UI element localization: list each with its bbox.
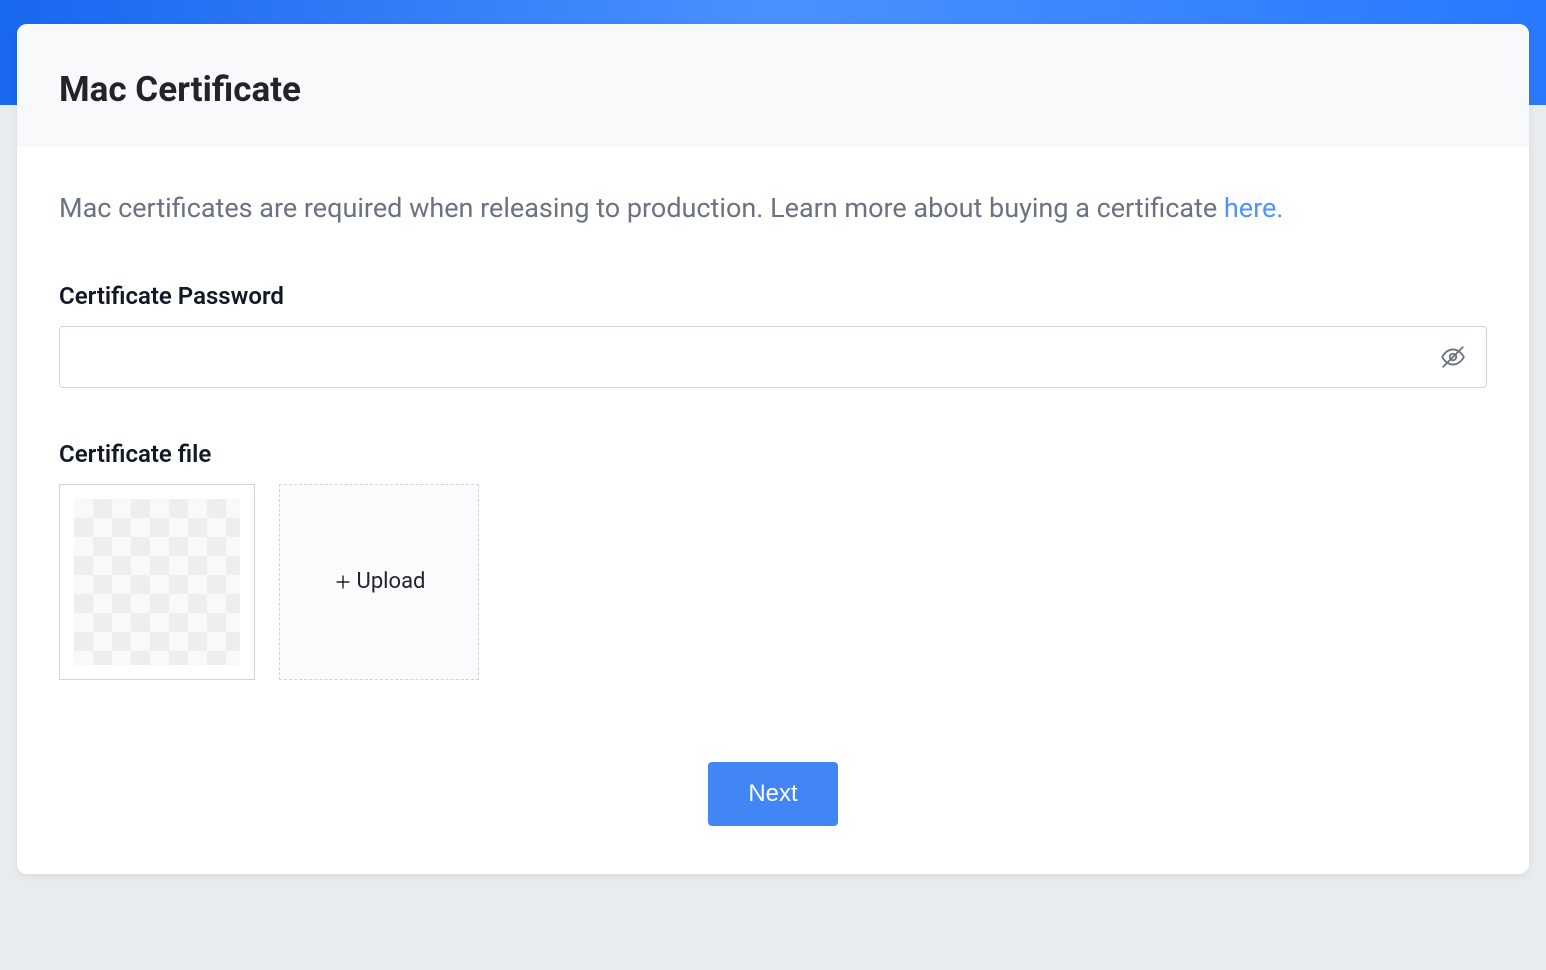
intro-text: Mac certificates are required when relea… [59, 188, 1487, 230]
toggle-password-visibility-icon[interactable] [1439, 343, 1467, 371]
password-field-group: Certificate Password [59, 282, 1487, 388]
password-label: Certificate Password [59, 282, 1487, 310]
upload-label: Upload [357, 569, 426, 594]
actions-row: Next [59, 762, 1487, 826]
next-button[interactable]: Next [708, 762, 837, 826]
file-label: Certificate file [59, 440, 1487, 468]
learn-more-link[interactable]: here. [1224, 192, 1284, 224]
upload-button[interactable]: Upload [279, 484, 479, 680]
intro-text-span: Mac certificates are required when relea… [59, 192, 1224, 224]
card-header: Mac Certificate [17, 24, 1529, 146]
file-field-group: Certificate file Upload [59, 440, 1487, 680]
upload-inner: Upload [333, 569, 426, 594]
checkerboard-placeholder [74, 499, 240, 665]
file-row: Upload [59, 484, 1487, 680]
file-preview-thumbnail[interactable] [59, 484, 255, 680]
page-title: Mac Certificate [59, 69, 1487, 110]
plus-icon [333, 572, 353, 592]
password-input-wrap [59, 326, 1487, 388]
card-body: Mac certificates are required when relea… [17, 146, 1529, 874]
certificate-password-input[interactable] [59, 326, 1487, 388]
certificate-card: Mac Certificate Mac certificates are req… [17, 24, 1529, 874]
